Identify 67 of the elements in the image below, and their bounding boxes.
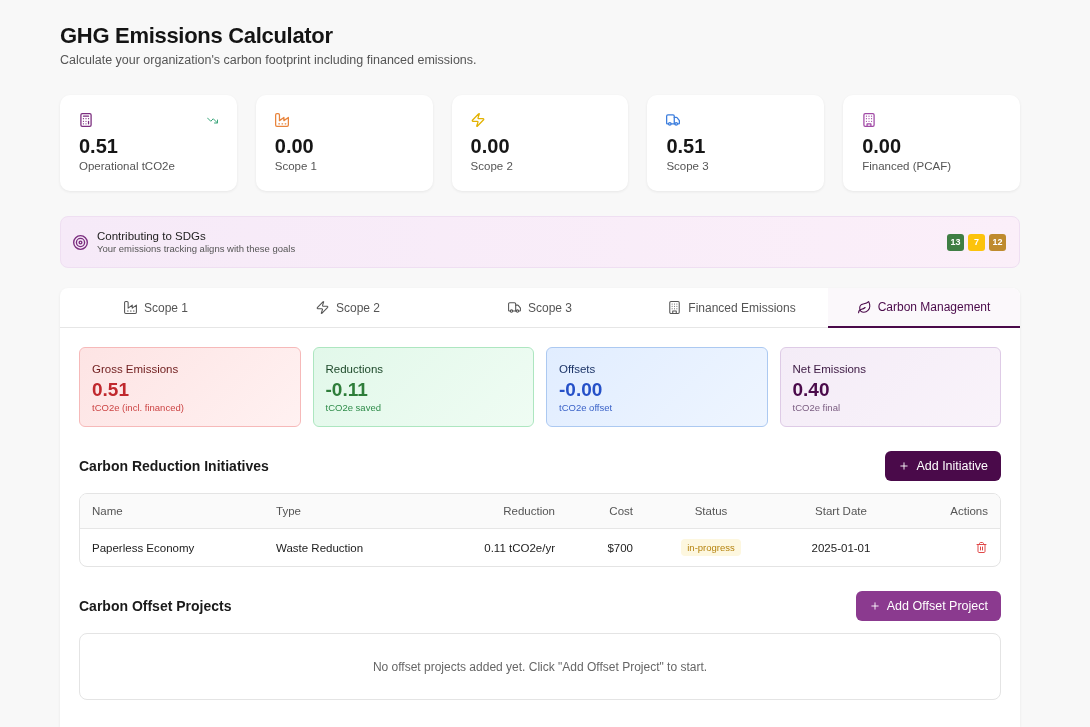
summary-unit: tCO2e final [792,402,842,414]
column-header: Name [92,505,123,517]
column-header: Reduction [503,505,555,517]
status-badge: in-progress [681,539,741,556]
target-icon [73,234,88,250]
stat-label: Scope 3 [666,159,710,174]
tab[interactable]: Carbon Management [828,288,1020,328]
tab[interactable]: Scope 2 [252,288,444,328]
table-cell: Paperless Economy [92,541,195,554]
trash-icon [976,542,987,553]
empty-message: No offset projects added yet. Click "Add Offset Project" to start. [372,659,708,674]
column-header: Actions [950,505,988,517]
plus-icon [899,461,910,471]
lightning-icon [315,301,329,314]
summary-unit: tCO2e offset [559,402,614,414]
stat-label: Operational tCO2e [79,159,176,174]
column-header: Status [694,505,728,517]
plus-icon [869,601,880,611]
summary-value: -0.11 [325,379,369,401]
lightning-icon [470,113,485,127]
summary-title: Gross Emissions [92,362,180,376]
tab[interactable]: Scope 3 [444,288,636,328]
page-title: GHG Emissions Calculator [60,22,333,50]
sdg-badge: 12 [989,233,1006,251]
stat-value: 0.51 [79,134,119,158]
factory-icon [123,301,137,314]
stat-label: Scope 1 [274,159,318,174]
delete-button[interactable] [976,542,987,553]
calculator-icon [79,113,93,127]
stat-value: 0.51 [666,134,707,158]
column-header: Start Date [815,505,867,517]
stat-value: 0.00 [862,134,903,158]
sdg-badge: 7 [968,233,985,251]
tab[interactable]: Scope 1 [60,288,252,328]
sdg-badge: 13 [947,233,964,251]
summary-title: Offsets [559,362,597,376]
factory-icon [274,113,289,127]
page-subtitle: Calculate your organization's carbon footprint including financed emissions. [60,52,477,69]
column-header: Type [276,505,301,517]
section-title: Carbon Offset Projects [79,598,232,614]
summary-value: 0.51 [92,379,130,401]
table-cell: $700 [607,541,633,554]
add-button[interactable]: Add Initiative [885,451,1001,481]
truck-icon [666,113,681,127]
table-cell: Waste Reduction [276,541,364,554]
stat-label: Financed (PCAF) [862,159,953,174]
stat-label: Scope 2 [470,159,514,174]
banner-title: Contributing to SDGs [97,229,207,243]
summary-value: -0.00 [559,379,604,401]
stat-value: 0.00 [470,134,511,158]
summary-value: 0.40 [792,379,831,401]
table-cell: 0.11 tCO2e/yr [484,541,555,554]
leaf-icon [857,300,871,314]
stat-value: 0.00 [274,134,315,158]
summary-unit: tCO2e saved [325,402,382,414]
building-icon [862,113,877,127]
banner-subtitle: Your emissions tracking aligns with these goals [97,243,297,255]
building-icon [668,301,682,314]
summary-title: Reductions [325,362,385,376]
truck-icon [507,301,521,314]
section-title: Carbon Reduction Initiatives [79,458,269,474]
summary-title: Net Emissions [792,362,867,376]
tab[interactable]: Financed Emissions [636,288,828,328]
column-header: Cost [609,505,633,517]
add-button[interactable]: Add Offset Project [855,591,1001,621]
summary-unit: tCO2e (incl. financed) [92,402,185,414]
table-cell: 2025-01-01 [811,541,871,554]
